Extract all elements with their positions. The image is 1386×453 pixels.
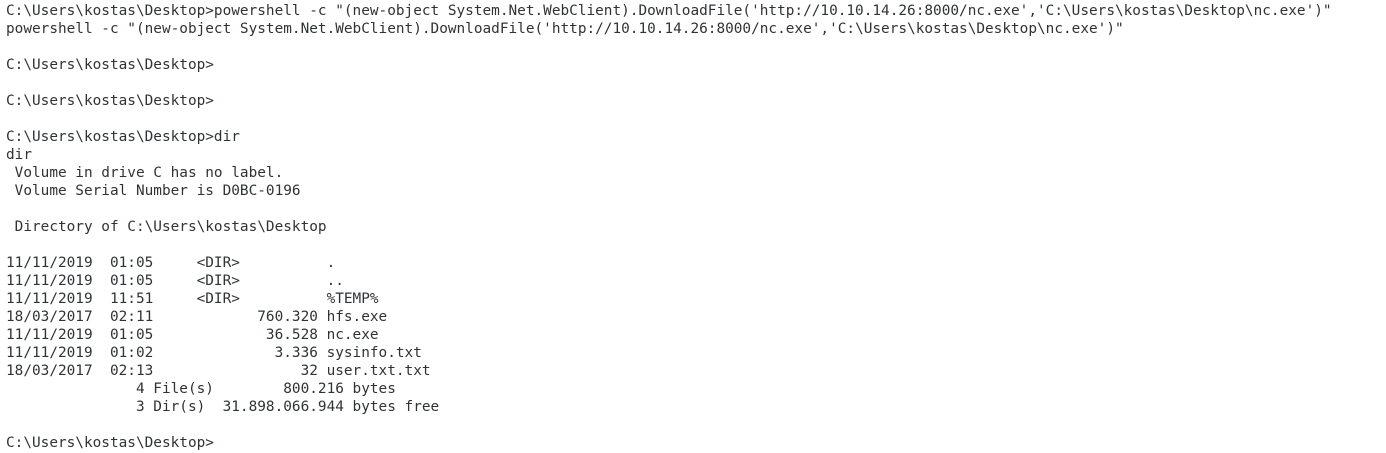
terminal-line-8: C:\Users\kostas\Desktop>dir <box>6 129 240 145</box>
terminal-output[interactable]: C:\Users\kostas\Desktop> powershell -c "(… <box>0 0 1386 453</box>
terminal-line-16: 11/11/2019 01:05 <DIR> .. <box>6 273 344 289</box>
terminal-line-6: C:\Users\kostas\Desktop> <box>6 93 214 109</box>
terminal-line-9: dir <box>6 147 32 163</box>
terminal-line-10: Volume in drive C has no label. <box>6 165 284 181</box>
terminal-line-7 <box>6 110 1386 128</box>
terminal-line-1: C:\Users\kostas\Desktop>powershell -c "(… <box>6 3 1332 19</box>
terminal-line-18: 18/03/2017 02:11 760.320 hfs.exe <box>6 309 388 325</box>
terminal-prompt-line[interactable]: C:\Users\kostas\Desktop> <box>6 434 1386 452</box>
terminal-line-17: 11/11/2019 11:51 <DIR> %TEMP% <box>6 291 379 307</box>
terminal-line-22: 4 File(s) 800.216 bytes <box>6 381 396 397</box>
terminal-line-12 <box>6 200 1386 218</box>
terminal-line-14 <box>6 236 1386 254</box>
terminal-line-2: powershell -c "(new-object System.Net.We… <box>6 21 1124 37</box>
terminal-line-15: 11/11/2019 01:05 <DIR> . <box>6 255 336 271</box>
terminal-line-11: Volume Serial Number is D0BC-0196 <box>6 183 301 199</box>
terminal-line-4: C:\Users\kostas\Desktop> <box>6 57 214 73</box>
terminal-line-21: 18/03/2017 02:13 32 user.txt.txt <box>6 363 431 379</box>
terminal-line-13: Directory of C:\Users\kostas\Desktop <box>6 219 327 235</box>
terminal-line-24 <box>6 416 1386 434</box>
terminal-line-5 <box>6 74 1386 92</box>
terminal-line-20: 11/11/2019 01:02 3.336 sysinfo.txt <box>6 345 422 361</box>
terminal-line-3 <box>6 38 1386 56</box>
terminal-line-19: 11/11/2019 01:05 36.528 nc.exe <box>6 327 379 343</box>
terminal-line-23: 3 Dir(s) 31.898.066.944 bytes free <box>6 399 440 415</box>
